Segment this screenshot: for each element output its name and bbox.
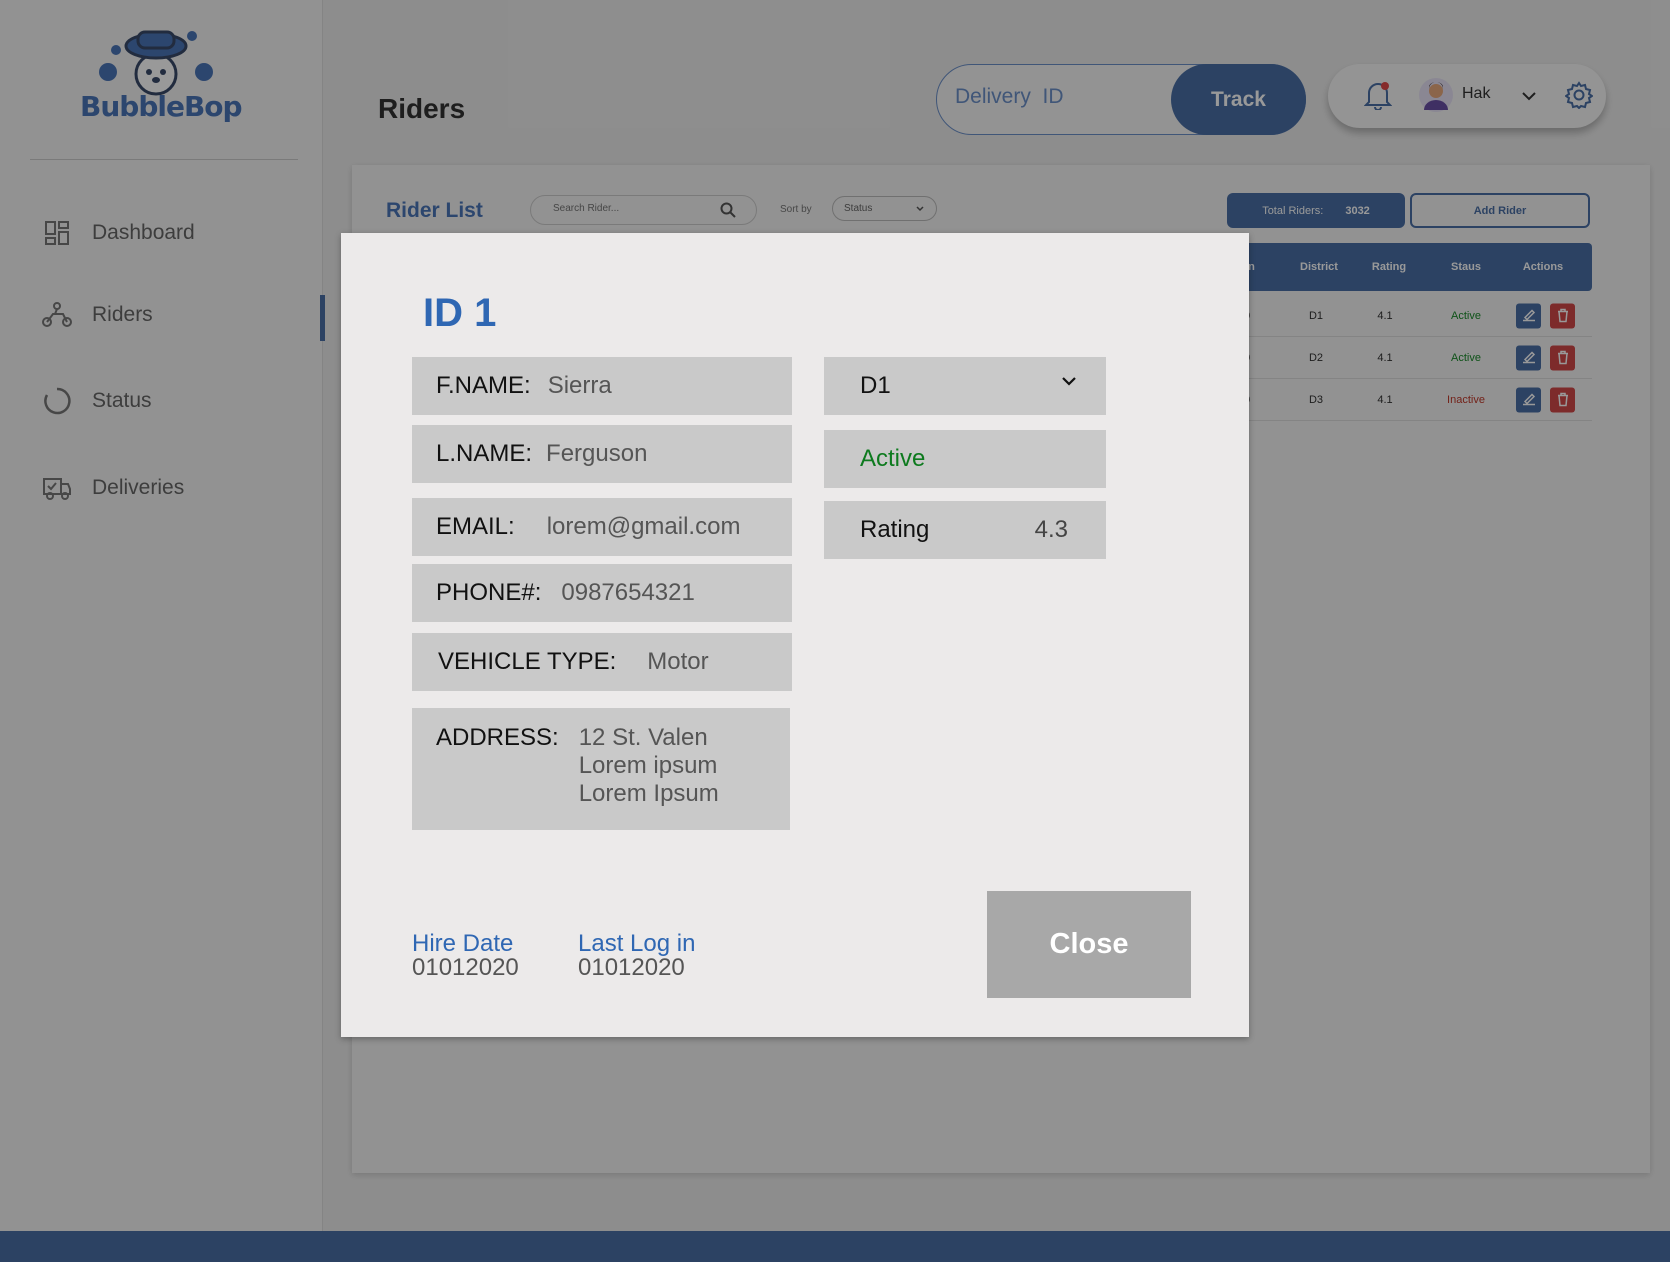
rating-value: 4.3	[1034, 516, 1068, 543]
hire-date-value: 01012020	[412, 954, 519, 981]
status-field[interactable]: Active	[824, 430, 1106, 488]
field-value: 0987654321	[561, 579, 695, 606]
rating-field: Rating 4.3	[824, 501, 1106, 559]
field-label: L.NAME:	[436, 440, 533, 467]
field-value: Sierra	[547, 372, 612, 399]
last-name-field[interactable]: L.NAME: Ferguson	[412, 425, 792, 483]
field-value: Ferguson	[546, 440, 648, 467]
field-label: EMAIL:	[436, 513, 515, 540]
rider-id-title: ID 1	[423, 291, 497, 335]
field-value: Motor	[647, 648, 709, 675]
rider-detail-modal: ID 1 F.NAME: Sierra L.NAME: Ferguson EMA…	[341, 233, 1249, 1037]
field-label: ADDRESS:	[436, 724, 559, 751]
field-value: lorem@gmail.com	[546, 513, 741, 540]
close-button[interactable]: Close	[987, 891, 1191, 998]
status-value: Active	[860, 445, 926, 472]
district-value: D1	[860, 372, 891, 399]
field-label: F.NAME:	[436, 372, 531, 399]
field-value: 12 St. Valen Lorem ipsum Lorem Ipsum	[578, 724, 719, 807]
field-label: VEHICLE TYPE:	[438, 648, 617, 675]
chevron-down-icon	[1062, 377, 1076, 386]
field-label: PHONE#:	[436, 579, 542, 606]
phone-field[interactable]: PHONE#: 0987654321	[412, 564, 792, 622]
last-login-value: 01012020	[578, 954, 685, 981]
address-field[interactable]: ADDRESS: 12 St. Valen Lorem ipsum Lorem …	[412, 708, 790, 830]
rating-label: Rating	[860, 516, 930, 543]
vehicle-type-field[interactable]: VEHICLE TYPE: Motor	[412, 633, 792, 691]
district-select[interactable]: D1	[824, 357, 1106, 415]
first-name-field[interactable]: F.NAME: Sierra	[412, 357, 792, 415]
email-field[interactable]: EMAIL: lorem@gmail.com	[412, 498, 792, 556]
